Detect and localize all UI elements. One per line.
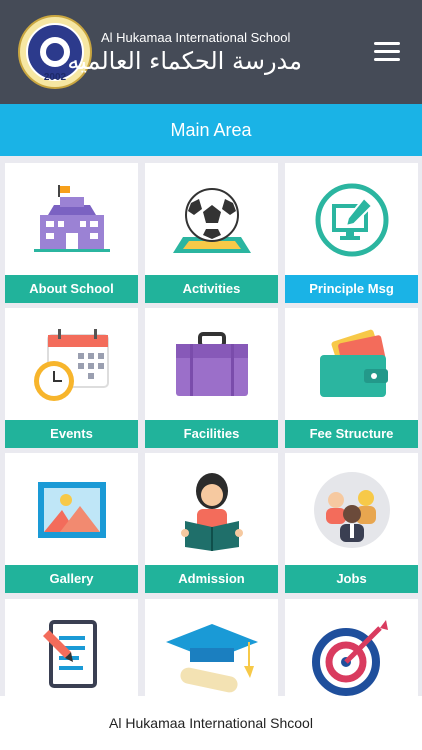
hamburger-menu-icon[interactable]: [374, 42, 400, 64]
target-arrow-icon: [285, 599, 418, 696]
soccer-ball-icon: [145, 163, 278, 277]
picture-icon: [5, 453, 138, 567]
footer-text: Al Hukamaa International Shcool: [109, 715, 313, 731]
tile-about-school[interactable]: About School: [5, 163, 138, 303]
tile-fee-structure[interactable]: Fee Structure: [285, 308, 418, 448]
document-pencil-icon: [5, 599, 138, 696]
tile-label: Facilities: [145, 420, 278, 448]
briefcase-icon: [145, 308, 278, 422]
tile-document[interactable]: [5, 599, 138, 696]
graduation-cap-icon: [145, 599, 278, 696]
tile-facilities[interactable]: Facilities: [145, 308, 278, 448]
school-name-english: Al Hukamaa International School: [101, 30, 291, 45]
footer-bar: Al Hukamaa International Shcool: [0, 696, 422, 750]
people-group-icon: [285, 453, 418, 567]
tile-admission[interactable]: Admission: [145, 453, 278, 593]
tile-target[interactable]: [285, 599, 418, 696]
school-building-icon: [5, 163, 138, 277]
tile-label: Events: [5, 420, 138, 448]
calendar-clock-icon: [5, 308, 138, 422]
tile-events[interactable]: Events: [5, 308, 138, 448]
main-area-bar: Main Area: [0, 104, 422, 156]
tile-label: About School: [5, 275, 138, 303]
tile-label: Activities: [145, 275, 278, 303]
computer-pen-icon: [285, 163, 418, 277]
tile-label: Fee Structure: [285, 420, 418, 448]
tile-label: Admission: [145, 565, 278, 593]
tile-graduation[interactable]: [145, 599, 278, 696]
tile-label: Jobs: [285, 565, 418, 593]
school-name-arabic: مدرسة الحكماء العالميه: [67, 47, 302, 75]
tile-label: Principle Msg: [285, 275, 418, 303]
student-reading-icon: [145, 453, 278, 567]
menu-grid: About School Activities Principle Msg Ev…: [0, 156, 422, 696]
main-area-title: Main Area: [170, 120, 252, 140]
tile-label: Gallery: [5, 565, 138, 593]
app-header: 2002 Al Hukamaa International School مدر…: [0, 0, 422, 104]
tile-principle-msg[interactable]: Principle Msg: [285, 163, 418, 303]
tile-activities[interactable]: Activities: [145, 163, 278, 303]
tile-jobs[interactable]: Jobs: [285, 453, 418, 593]
tile-gallery[interactable]: Gallery: [5, 453, 138, 593]
wallet-icon: [285, 308, 418, 422]
